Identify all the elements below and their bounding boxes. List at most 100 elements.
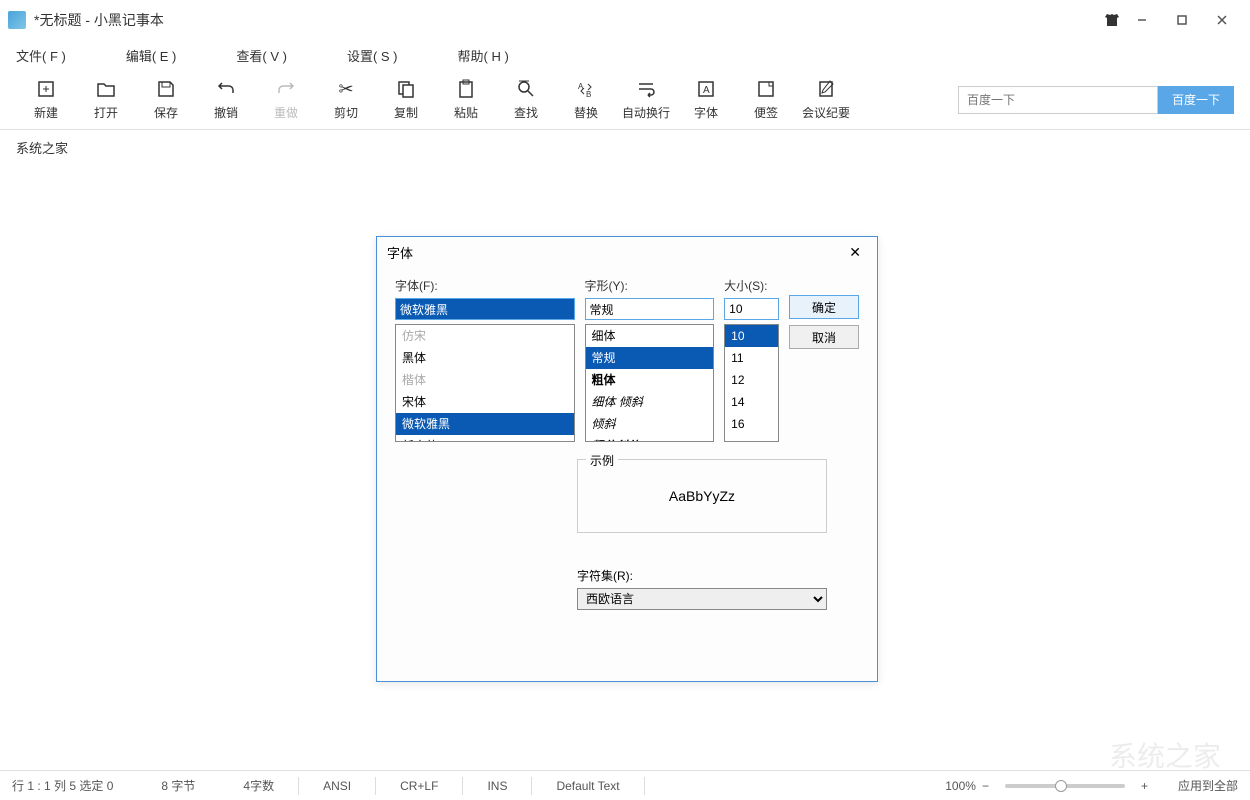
menu-view[interactable]: 查看( V ) (236, 46, 287, 65)
status-chars: 4字数 (219, 777, 298, 794)
font-listbox[interactable]: 仿宋 黑体 楷体 宋体 微软雅黑 新宋体 珠穆朗玛—乌金苏通体 (395, 324, 575, 442)
size-listbox[interactable]: 10 11 12 14 16 18 20 (724, 324, 779, 442)
size-input[interactable] (724, 298, 779, 320)
svg-text:A: A (703, 85, 710, 96)
dialog-close-button[interactable]: ✕ (843, 244, 867, 261)
charset-label: 字符集(R): (577, 567, 827, 584)
undo-button[interactable]: 撤销 (196, 75, 256, 125)
zoom-slider[interactable] (1005, 784, 1125, 788)
style-listbox[interactable]: 细体 常规 粗体 细体 倾斜 倾斜 粗偏斜体 (585, 324, 715, 442)
menu-edit[interactable]: 编辑( E ) (126, 46, 177, 65)
dialog-header: 字体 ✕ (377, 237, 877, 267)
status-mode[interactable]: INS (463, 779, 531, 793)
font-input[interactable] (395, 298, 575, 320)
search-input[interactable] (958, 86, 1158, 114)
style-item[interactable]: 细体 (586, 325, 714, 347)
zoom-in-button[interactable]: + (1135, 779, 1154, 793)
dialog-title: 字体 (387, 243, 413, 262)
style-item[interactable]: 粗偏斜体 (586, 435, 714, 442)
save-button[interactable]: 保存 (136, 75, 196, 125)
cancel-button[interactable]: 取消 (789, 325, 859, 349)
ok-button[interactable]: 确定 (789, 295, 859, 319)
size-item[interactable]: 10 (725, 325, 778, 347)
zoom-percent: 100% (945, 779, 976, 793)
size-label: 大小(S): (724, 277, 779, 294)
statusbar: 行 1 : 1 列 5 选定 0 8 字节 4字数 ANSI CR+LF INS… (0, 770, 1250, 800)
replace-button[interactable]: AB替换 (556, 75, 616, 125)
sample-box: 示例 AaBbYyZz (577, 459, 827, 533)
font-dialog: 字体 ✕ 字体(F): 仿宋 黑体 楷体 宋体 微软雅黑 新宋体 珠穆朗玛—乌金… (376, 236, 878, 682)
content-text: 系统之家 (16, 141, 68, 156)
style-item[interactable]: 倾斜 (586, 413, 714, 435)
status-apply[interactable]: 应用到全部 (1154, 777, 1238, 794)
status-syntax[interactable]: Default Text (532, 779, 643, 793)
sample-label: 示例 (586, 452, 618, 469)
close-button[interactable] (1202, 5, 1242, 35)
copy-button[interactable]: 复制 (376, 75, 436, 125)
find-button[interactable]: 查找 (496, 75, 556, 125)
font-item[interactable]: 新宋体 (396, 435, 574, 442)
menu-file[interactable]: 文件( F ) (16, 46, 66, 65)
open-button[interactable]: 打开 (76, 75, 136, 125)
font-icon: A (695, 78, 717, 100)
new-button[interactable]: 新建 (16, 75, 76, 125)
cut-button[interactable]: ✂剪切 (316, 75, 376, 125)
sample-text: AaBbYyZz (586, 468, 818, 524)
window-title: *无标题 - 小黑记事本 (34, 10, 164, 30)
titlebar: *无标题 - 小黑记事本 (0, 0, 1250, 40)
font-item[interactable]: 微软雅黑 (396, 413, 574, 435)
paste-icon (455, 78, 477, 100)
menu-help[interactable]: 帮助( H ) (458, 46, 509, 65)
svg-text:A: A (578, 82, 584, 91)
charset-section: 字符集(R): 西欧语言 (577, 567, 827, 610)
size-item[interactable]: 14 (725, 391, 778, 413)
zoom-out-button[interactable]: − (976, 779, 995, 793)
minimize-button[interactable] (1122, 5, 1162, 35)
status-eol[interactable]: CR+LF (376, 779, 462, 793)
open-icon (95, 78, 117, 100)
maximize-button[interactable] (1162, 5, 1202, 35)
replace-icon: AB (575, 78, 597, 100)
charset-select[interactable]: 西欧语言 (577, 588, 827, 610)
new-icon (35, 78, 57, 100)
notes-icon (815, 78, 837, 100)
font-button[interactable]: A字体 (676, 75, 736, 125)
style-item[interactable]: 细体 倾斜 (586, 391, 714, 413)
status-encoding[interactable]: ANSI (299, 779, 375, 793)
style-item[interactable]: 常规 (586, 347, 714, 369)
font-item[interactable]: 楷体 (396, 369, 574, 391)
style-label: 字形(Y): (585, 277, 715, 294)
paste-button[interactable]: 粘贴 (436, 75, 496, 125)
sticky-button[interactable]: 便签 (736, 75, 796, 125)
undo-icon (215, 78, 237, 100)
size-item[interactable]: 12 (725, 369, 778, 391)
wrap-button[interactable]: 自动换行 (616, 75, 676, 125)
sticky-icon (755, 78, 777, 100)
font-item[interactable]: 黑体 (396, 347, 574, 369)
cut-icon: ✂ (335, 78, 357, 100)
style-item[interactable]: 粗体 (586, 369, 714, 391)
app-logo-icon (8, 11, 26, 29)
toolbar: 新建 打开 保存 撤销 重做 ✂剪切 复制 粘贴 查找 AB替换 自动换行 A字… (0, 70, 1250, 130)
style-input[interactable] (585, 298, 715, 320)
redo-button[interactable]: 重做 (256, 75, 316, 125)
notes-button[interactable]: 会议纪要 (796, 75, 856, 125)
wrap-icon (635, 78, 657, 100)
zoom-thumb[interactable] (1055, 780, 1067, 792)
size-item[interactable]: 16 (725, 413, 778, 435)
menubar: 文件( F ) 编辑( E ) 查看( V ) 设置( S ) 帮助( H ) (0, 40, 1250, 70)
menu-settings[interactable]: 设置( S ) (347, 46, 398, 65)
redo-icon (275, 78, 297, 100)
status-position: 行 1 : 1 列 5 选定 0 (12, 777, 137, 794)
status-bytes: 8 字节 (137, 777, 219, 794)
find-icon (515, 78, 537, 100)
search-box: 百度一下 (958, 86, 1234, 114)
size-item[interactable]: 11 (725, 347, 778, 369)
search-button[interactable]: 百度一下 (1158, 86, 1234, 114)
theme-icon[interactable] (1102, 10, 1122, 30)
svg-text:B: B (586, 90, 591, 99)
copy-icon (395, 78, 417, 100)
size-item[interactable]: 18 (725, 435, 778, 442)
font-item[interactable]: 宋体 (396, 391, 574, 413)
font-item[interactable]: 仿宋 (396, 325, 574, 347)
